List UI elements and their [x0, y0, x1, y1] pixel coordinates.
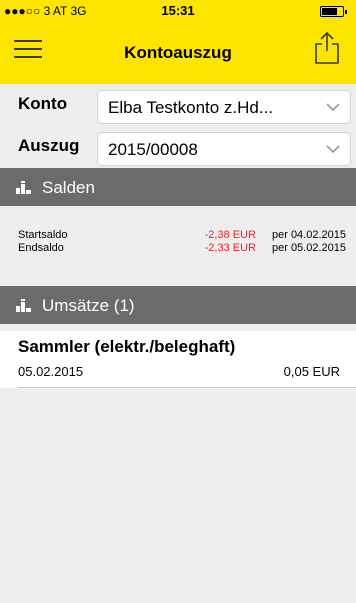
status-time: 15:31	[161, 3, 195, 18]
saldo-row: Startsaldo -2,38 EUR per 04.02.2015	[0, 229, 356, 243]
navigation-bar: Kontoauszug	[0, 22, 356, 84]
bar-chart-icon	[16, 299, 31, 312]
transaction-list-item[interactable]: Sammler (elektr./beleghaft) 05.02.2015 0…	[0, 331, 356, 388]
bar-chart-icon	[16, 181, 31, 194]
umsaetze-title: Umsätze (1)	[42, 296, 135, 315]
divider	[18, 387, 356, 388]
page-title: Kontoauszug	[124, 43, 232, 62]
auszug-select[interactable]: 2015/00008	[97, 132, 351, 166]
saldo-date: per 05.02.2015	[271, 242, 346, 254]
battery-icon	[320, 6, 347, 17]
salden-title: Salden	[42, 178, 95, 197]
account-form: Konto Elba Testkonto z.Hd... Auszug 2015…	[0, 84, 356, 168]
chevron-down-icon	[326, 103, 340, 111]
saldo-label: Endsaldo	[18, 242, 64, 254]
chevron-down-icon	[326, 145, 340, 153]
transaction-date: 05.02.2015	[18, 364, 84, 379]
saldo-label: Startsaldo	[18, 229, 68, 241]
salden-section-header: Salden	[0, 168, 356, 206]
saldo-date: per 04.02.2015	[271, 229, 346, 241]
transaction-amount: 0,05 EUR	[283, 364, 340, 379]
umsaetze-section-header: Umsätze (1)	[0, 286, 356, 324]
saldo-amount: -2,38 EUR	[204, 229, 256, 241]
salden-list: Startsaldo -2,38 EUR per 04.02.2015 Ends…	[0, 218, 356, 278]
konto-label: Konto	[18, 94, 68, 113]
auszug-label: Auszug	[18, 136, 80, 155]
top-bar: ●●●○○ 3 AT 3G 15:31 Kontoauszug	[0, 0, 356, 84]
konto-value: Elba Testkonto z.Hd...	[108, 98, 274, 117]
status-bar: ●●●○○ 3 AT 3G 15:31	[0, 0, 356, 22]
konto-select[interactable]: Elba Testkonto z.Hd...	[97, 90, 351, 124]
transaction-title: Sammler (elektr./beleghaft)	[18, 337, 236, 356]
auszug-value: 2015/00008	[108, 140, 198, 159]
saldo-amount: -2,33 EUR	[204, 242, 256, 254]
share-icon[interactable]	[312, 30, 342, 66]
saldo-row: Endsaldo -2,33 EUR per 05.02.2015	[0, 242, 356, 256]
